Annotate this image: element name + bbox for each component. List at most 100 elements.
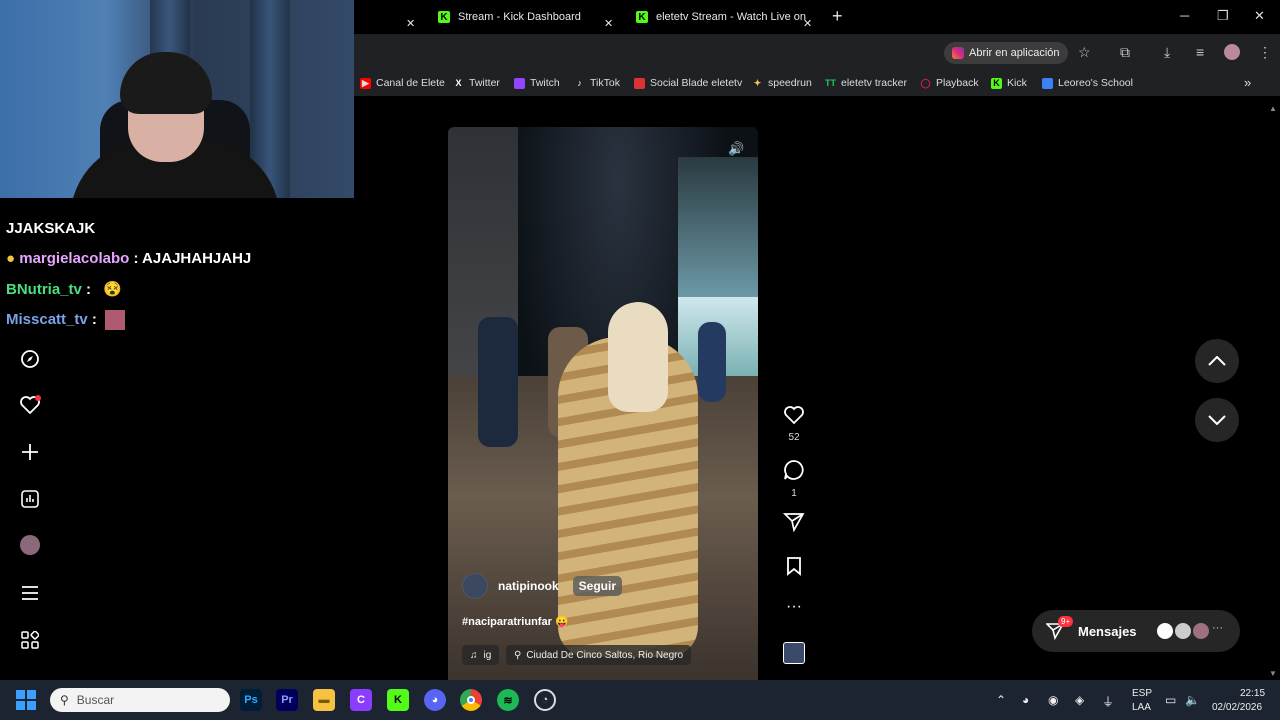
taskbar-search[interactable]: ⚲ Buscar — [50, 688, 230, 712]
pedestrian — [698, 322, 726, 402]
clock-time[interactable]: 22:15 — [1240, 688, 1265, 699]
comment-count: 1 — [791, 488, 797, 499]
location-tag[interactable]: ⚲ Ciudad De Cinco Saltos, Rio Negro — [506, 645, 692, 665]
show-hidden-icons[interactable]: ⌃ — [996, 693, 1006, 707]
clock-date: 02/02/2026 — [1212, 702, 1263, 713]
bookmark-tiktok[interactable]: ♪ TikTok — [574, 77, 620, 89]
close-tab-icon[interactable]: ✕ — [604, 10, 613, 36]
bookmark-leoreos-school[interactable]: Leoreo's School — [1042, 77, 1133, 89]
bookmark-icon — [787, 557, 801, 576]
tracker-icon: TT — [825, 78, 836, 88]
author-avatar[interactable] — [462, 573, 488, 599]
volume-icon[interactable]: 🔊 — [728, 141, 744, 157]
more-menu-icon[interactable] — [18, 581, 42, 605]
star-icon[interactable]: ☆ — [1078, 44, 1091, 61]
premiere-icon[interactable]: Pr — [276, 689, 298, 711]
dashboard-icon[interactable] — [18, 487, 42, 511]
follow-button[interactable]: Seguir — [572, 576, 623, 596]
steam-icon[interactable]: ◉ — [1048, 693, 1058, 707]
discord-icon[interactable]: ◕ — [424, 689, 446, 711]
network-icon[interactable]: ▭ — [1165, 693, 1176, 707]
bookmark-twitter[interactable]: X Twitter — [453, 77, 499, 89]
bookmark-label: Twitch — [530, 77, 560, 89]
obs-icon[interactable]: ◔ — [534, 689, 556, 711]
chat-message: BNutria_tv : 😵 — [6, 280, 122, 298]
bookmark-label: Canal de Elete — [376, 77, 445, 89]
canva-icon[interactable]: C — [350, 689, 372, 711]
language-indicator[interactable]: ESP — [1132, 688, 1152, 699]
bookmark-label: eletetv tracker — [841, 77, 907, 89]
start-button[interactable] — [16, 690, 36, 710]
file-explorer-icon[interactable]: ▬ — [313, 689, 335, 711]
audio-tag[interactable]: ♫ ig — [462, 645, 500, 665]
avatar — [1174, 622, 1192, 640]
woman-hair — [608, 302, 668, 412]
x-icon: X — [455, 78, 462, 88]
chat-username: margielacolabo — [19, 250, 130, 267]
volume-icon[interactable]: 🔈 — [1185, 693, 1200, 707]
profile-avatar[interactable] — [1224, 44, 1240, 60]
more-icon: ··· — [1212, 622, 1223, 634]
open-in-app-button[interactable]: Abrir en aplicación — [944, 42, 1068, 64]
save-button[interactable] — [782, 556, 806, 581]
more-options-icon[interactable]: ··· — [782, 598, 806, 616]
chat-username: BNutria_tv — [6, 281, 82, 298]
bookmark-canal-de-elete[interactable]: ▶ Canal de Elete — [360, 77, 445, 89]
previous-reel-button[interactable] — [1195, 339, 1239, 383]
bookmark-playback[interactable]: ◯ Playback — [920, 77, 979, 89]
kick-icon: K — [438, 11, 450, 23]
kick-icon[interactable]: K — [387, 689, 409, 711]
bookmark-label: Playback — [936, 77, 979, 89]
audio-thumbnail[interactable] — [782, 642, 806, 664]
pedestrian — [478, 317, 518, 447]
apps-icon[interactable] — [18, 628, 42, 652]
search-icon: ⚲ — [60, 693, 69, 707]
more-bookmarks-button[interactable]: » — [1244, 75, 1251, 90]
create-icon[interactable] — [18, 440, 42, 464]
bookmark-social-blade[interactable]: Social Blade eletetv — [634, 77, 742, 89]
location-pin-icon: ⚲ — [514, 649, 522, 661]
twitch-icon — [514, 77, 525, 89]
comment-button[interactable]: 1 — [782, 459, 806, 499]
minimize-icon[interactable]: ─ — [1180, 8, 1189, 23]
next-reel-button[interactable] — [1195, 398, 1239, 442]
photoshop-icon[interactable]: Ps — [240, 689, 262, 711]
media-control-icon[interactable]: ≡ — [1196, 44, 1204, 60]
messages-label: Mensajes — [1078, 623, 1137, 639]
bookmark-kick[interactable]: K Kick — [991, 77, 1027, 89]
instagram-icon — [952, 47, 964, 59]
spotify-icon[interactable]: ≋ — [497, 689, 519, 711]
explore-icon[interactable] — [18, 347, 42, 371]
chrome-icon[interactable] — [460, 689, 482, 711]
hashtag-link[interactable]: #naciparatriunfar — [462, 616, 552, 628]
close-window-icon[interactable]: ✕ — [1254, 8, 1265, 24]
close-tab-icon[interactable]: ✕ — [803, 10, 812, 36]
audio-label: ig — [483, 649, 492, 661]
notifications-heart-icon[interactable] — [18, 393, 42, 417]
close-tab-icon[interactable]: ✕ — [406, 10, 415, 36]
new-tab-button[interactable]: + — [832, 3, 843, 29]
download-icon[interactable]: ⤓ — [1164, 44, 1170, 61]
profile-avatar[interactable] — [18, 533, 42, 557]
menu-icon[interactable]: ⋮ — [1258, 44, 1272, 61]
chat-message: ● margielacolabo : AJAJHAHJAHJ — [6, 250, 251, 267]
scrollbar[interactable]: ▲ ▼ — [1266, 100, 1280, 680]
heart-icon — [784, 406, 804, 425]
like-button[interactable]: 52 — [782, 405, 806, 443]
messages-button[interactable]: 9+ Mensajes ··· — [1032, 610, 1240, 652]
discord-tray-icon[interactable]: ◕ — [1022, 693, 1029, 707]
security-icon[interactable]: ◈ — [1075, 693, 1084, 707]
extensions-icon[interactable]: ⧉ — [1120, 44, 1130, 61]
restore-icon[interactable]: ❐ — [1217, 8, 1229, 24]
tab-eletetv-stream[interactable]: K eletetv Stream - Watch Live on — [636, 4, 806, 30]
bookmark-label: Social Blade eletetv — [650, 77, 743, 89]
tab-kick-dashboard[interactable]: K Stream - Kick Dashboard — [438, 4, 581, 30]
bookmark-speedrun[interactable]: ✦ speedrun — [752, 77, 812, 89]
bookmark-eletetv-tracker[interactable]: TT eletetv tracker — [825, 77, 907, 89]
bookmark-twitch[interactable]: Twitch — [514, 77, 560, 89]
share-button[interactable] — [782, 512, 806, 537]
tiktok-icon: ♪ — [577, 78, 582, 88]
microphone-icon[interactable]: ⏚ — [1102, 693, 1114, 710]
author-name[interactable]: natipinook — [498, 579, 559, 593]
reel-video[interactable]: 🔊 natipinook Seguir #naciparatriunfar 😛 … — [448, 127, 758, 680]
